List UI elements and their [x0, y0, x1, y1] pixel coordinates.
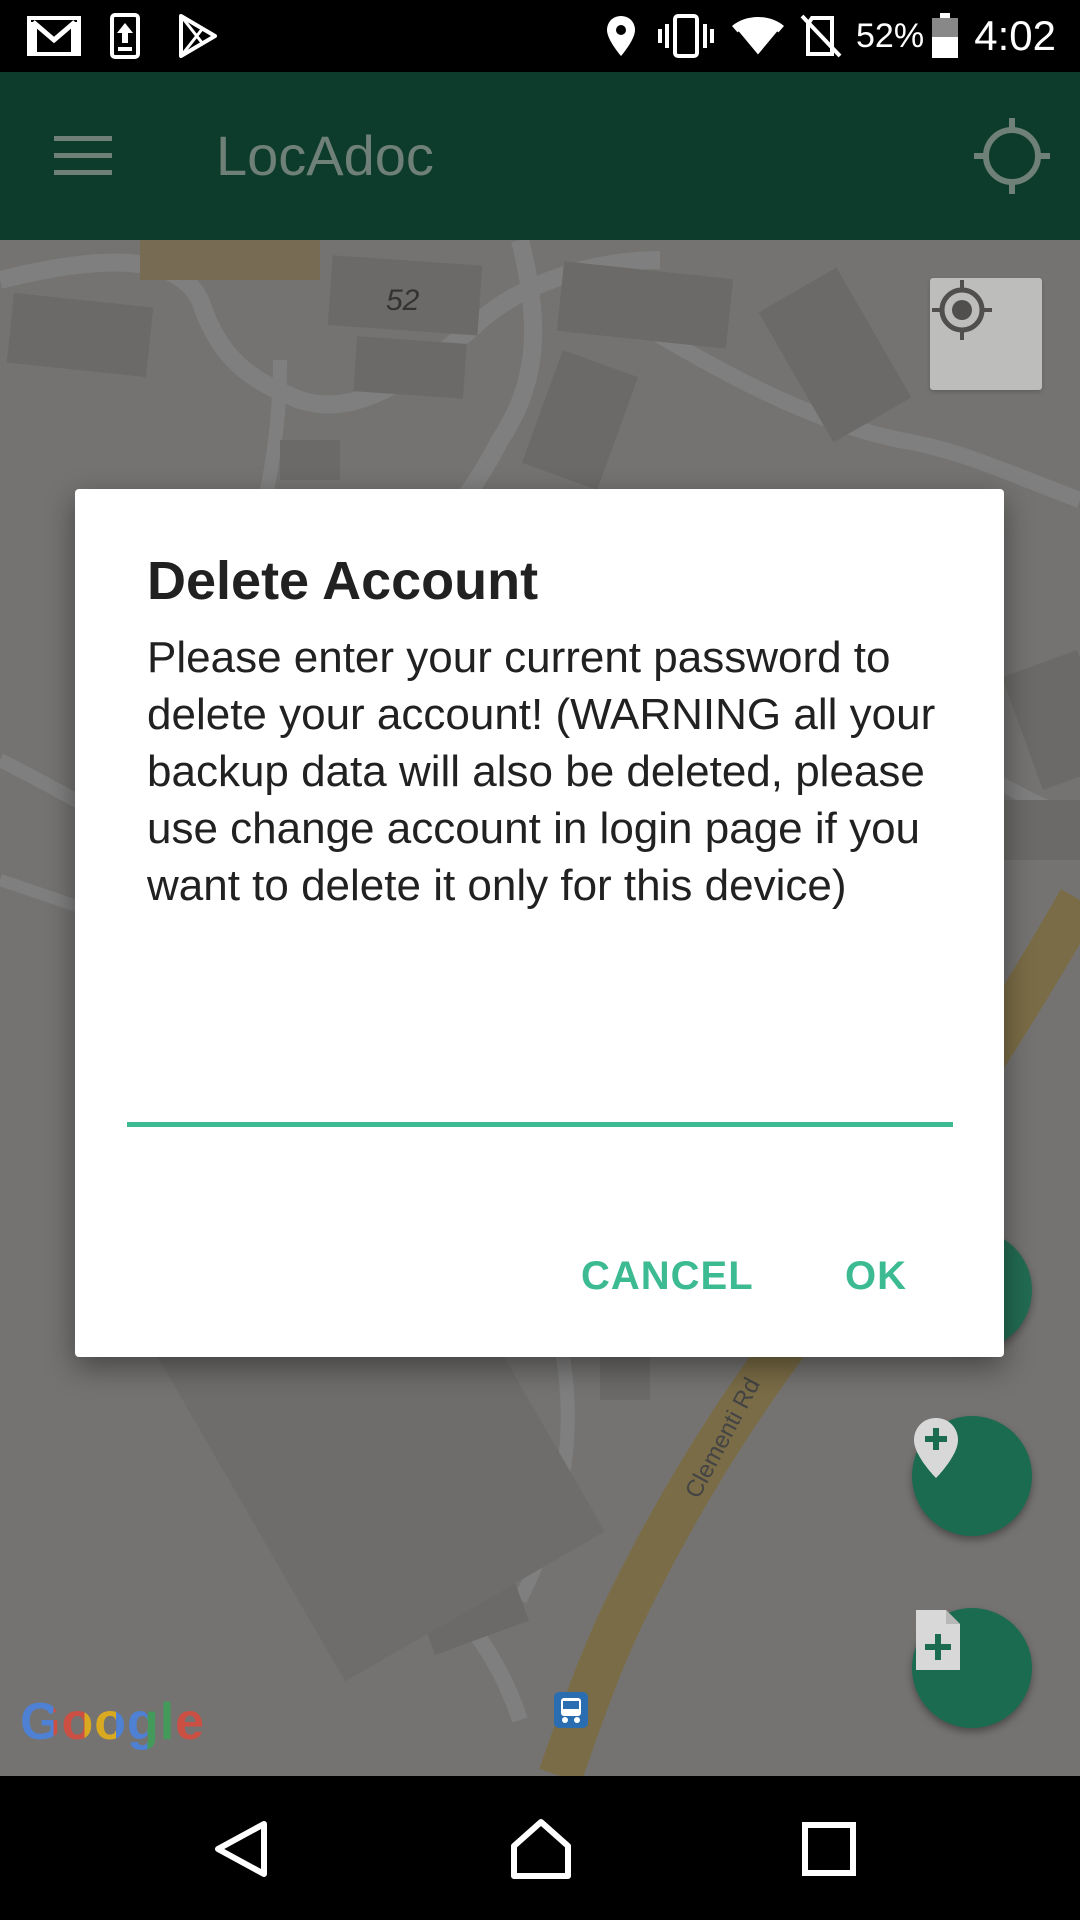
add-location-fab[interactable]	[912, 1416, 1032, 1536]
app-bar: LocAdoc	[0, 72, 1080, 240]
app-title: LocAdoc	[216, 124, 434, 187]
password-input[interactable]	[127, 1049, 953, 1119]
bus-stop-icon[interactable]	[554, 1692, 588, 1728]
recents-button[interactable]	[784, 1804, 874, 1894]
street-number-label: 52	[386, 284, 420, 317]
dialog-title: Delete Account	[147, 551, 539, 611]
vibrate-icon	[658, 14, 714, 58]
battery-icon	[930, 13, 960, 58]
back-triangle-icon	[215, 1821, 267, 1877]
add-document-fab[interactable]	[912, 1608, 1032, 1728]
upload-icon	[108, 13, 142, 59]
play-store-icon	[176, 14, 220, 58]
delete-account-dialog: Delete Account Please enter your current…	[75, 489, 1004, 1357]
back-button[interactable]	[196, 1804, 286, 1894]
battery-percent: 52%	[856, 17, 925, 55]
gps-button[interactable]	[972, 116, 1052, 196]
dialog-message: Please enter your current password to de…	[147, 633, 936, 910]
google-attribution: Google	[20, 1693, 206, 1751]
menu-button[interactable]	[44, 122, 124, 190]
home-button[interactable]	[496, 1804, 586, 1894]
screen: 52% 4:02 LocAdoc 52 Clementi Rd Google D…	[0, 0, 1080, 1920]
location-icon	[604, 14, 638, 58]
home-icon	[511, 1819, 571, 1879]
add-document-icon	[916, 1610, 960, 1670]
password-input-underline	[127, 1122, 953, 1127]
navigation-bar	[0, 1776, 1080, 1920]
recents-square-icon	[802, 1822, 856, 1876]
my-location-icon	[932, 280, 992, 340]
wifi-icon	[730, 14, 786, 58]
clock: 4:02	[974, 12, 1056, 59]
status-bar: 52% 4:02	[0, 0, 1080, 72]
no-sim-icon	[800, 14, 842, 58]
ok-button[interactable]: OK	[845, 1251, 907, 1301]
crosshair-icon	[974, 118, 1050, 194]
add-location-icon	[914, 1418, 958, 1478]
my-location-button[interactable]	[930, 278, 1042, 390]
gmail-icon	[26, 14, 82, 58]
cancel-button[interactable]: CANCEL	[581, 1251, 754, 1301]
hamburger-menu-icon	[54, 136, 112, 175]
